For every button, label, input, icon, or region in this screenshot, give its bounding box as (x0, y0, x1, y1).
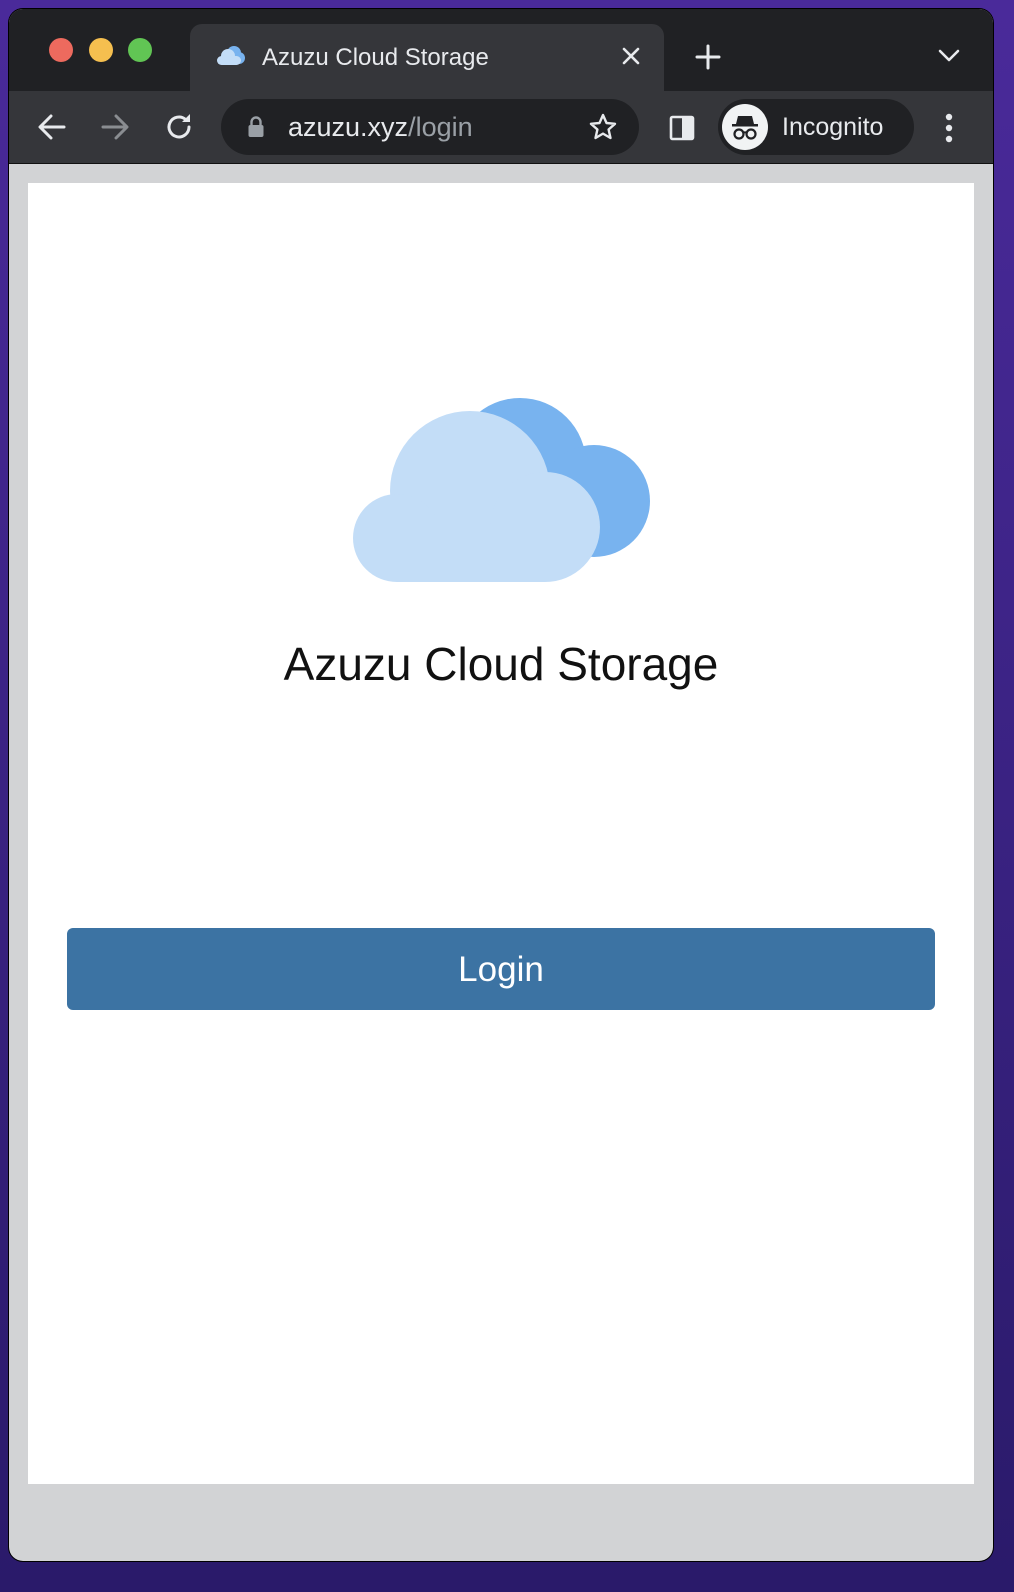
maximize-window-button[interactable] (128, 38, 152, 62)
tab-title: Azuzu Cloud Storage (262, 44, 489, 71)
incognito-label: Incognito (782, 113, 884, 141)
arrow-right-icon[interactable] (100, 113, 130, 141)
url-path: /login (408, 112, 473, 142)
page-content: Azuzu Cloud Storage Login (28, 183, 974, 1484)
close-window-button[interactable] (49, 38, 73, 62)
cloud-icon (217, 46, 245, 65)
url-host: azuzu.xyz (288, 112, 409, 142)
incognito-avatar (722, 104, 768, 150)
close-tab-icon[interactable] (621, 46, 641, 66)
browser-window: Azuzu Cloud Storage azuzu.xyz/login Inco… (9, 9, 993, 1561)
url-text[interactable]: azuzu.xyz/login (288, 112, 473, 143)
new-tab-icon[interactable] (695, 44, 721, 70)
side-panel-icon[interactable] (669, 115, 695, 141)
active-tab[interactable]: Azuzu Cloud Storage (190, 24, 664, 91)
lock-icon[interactable] (247, 116, 265, 138)
login-button[interactable]: Login (67, 928, 935, 1010)
kebab-menu-icon[interactable] (945, 113, 953, 143)
chevron-down-icon[interactable] (938, 49, 960, 63)
tab-strip: Azuzu Cloud Storage (9, 9, 993, 91)
app-title: Azuzu Cloud Storage (283, 638, 719, 690)
reload-icon[interactable] (163, 111, 195, 143)
incognito-icon (732, 116, 758, 140)
address-bar[interactable]: azuzu.xyz/login (221, 99, 639, 155)
minimize-window-button[interactable] (89, 38, 113, 62)
arrow-left-icon[interactable] (37, 113, 67, 141)
cloud-logo (353, 398, 650, 582)
star-icon[interactable] (588, 112, 618, 142)
incognito-chip[interactable]: Incognito (718, 99, 914, 155)
browser-toolbar: azuzu.xyz/login Incognito (9, 91, 993, 164)
